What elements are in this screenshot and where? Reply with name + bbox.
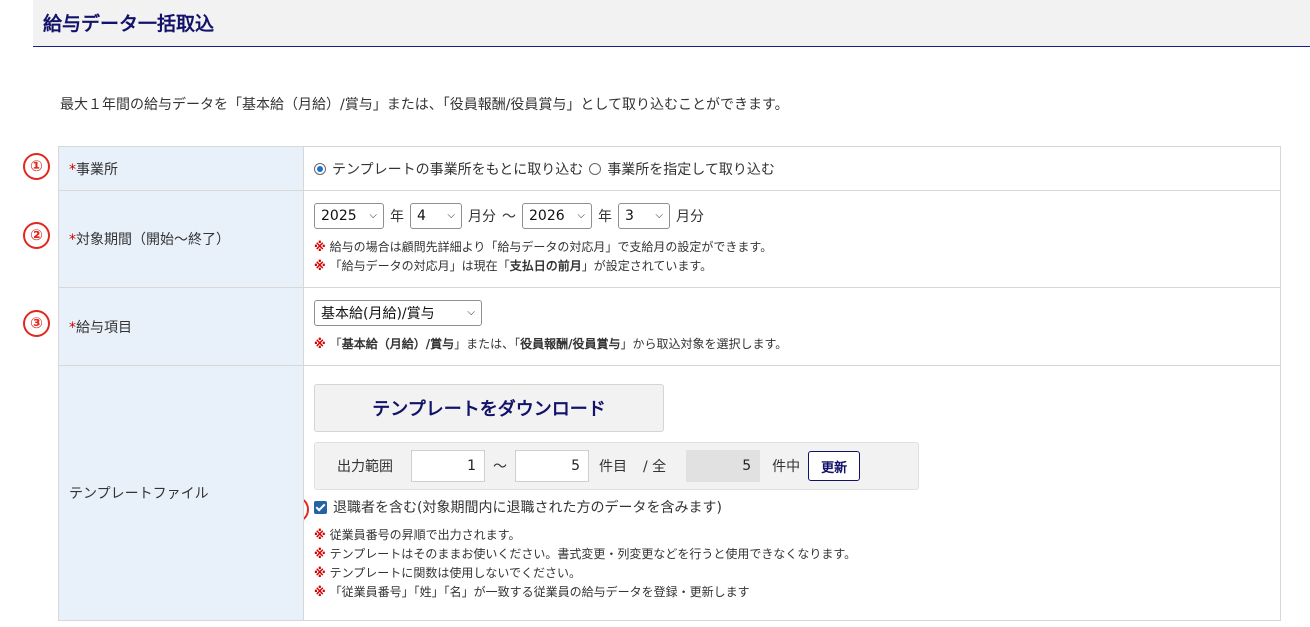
total-unit: 件中 (772, 459, 801, 475)
start-year-value: 2025 (321, 207, 357, 224)
include-retired-label[interactable]: 退職者を含む(対象期間内に退職された方のデータを含みます) (333, 497, 722, 517)
salary-item-notes: ※ 「基本給（月給）/賞与」または、「役員報酬/役員賞与」から取込対象を選択します… (314, 335, 1280, 354)
range-separator: ～ (493, 459, 507, 475)
step-marker-3: ③ (23, 310, 50, 337)
chevron-down-icon: ⌵ (467, 307, 475, 318)
template-note-2: ※ テンプレートはそのままお使いください。書式変更・列変更などを行うと使用できなく… (314, 547, 857, 561)
start-year-select[interactable]: 2025 ⌵ (314, 202, 384, 229)
note-mark: ※ (314, 585, 326, 599)
end-year-select[interactable]: 2026 ⌵ (522, 202, 592, 229)
required-mark: * (69, 232, 76, 248)
salary-item-value-cell: 基本給(月給)/賞与 ⌵ ※ 「基本給（月給）/賞与」または、「役員報酬/役員賞与」… (303, 287, 1281, 366)
period-separator: ～ (502, 208, 516, 225)
month-unit: 月分 (468, 208, 496, 225)
total-count: 5 (686, 450, 761, 482)
year-unit: 年 (390, 208, 404, 225)
note-mark: ※ (314, 566, 326, 580)
period-note-1: ※ 給与の場合は顧問先詳細より「給与データの対応月」で支給月の設定ができます。 (314, 239, 773, 254)
required-mark: * (69, 161, 76, 178)
salary-item-note: ※ 「基本給（月給）/賞与」または、「役員報酬/役員賞与」から取込対象を選択します… (314, 336, 788, 351)
row-salary-item: *給与項目 基本給(月給)/賞与 ⌵ ※ 「基本給（月給）/賞与」または、「役員報酬… (58, 287, 1281, 366)
period-note-2: ※ 「給与データの対応月」は現在「支払日の前月」が設定されています。 (314, 258, 713, 273)
radio-specify-office-label[interactable]: 事業所を指定して取り込む (607, 159, 775, 179)
intro-text: 最大１年間の給与データを「基本給（月給）/賞与」または、「役員報酬/役員賞与」と… (60, 97, 789, 113)
import-form: *事業所 テンプレートの事業所をもとに取り込む 事業所を指定して取り込む *対象… (58, 146, 1281, 621)
step-marker-1: ① (23, 153, 50, 180)
note-mark: ※ (314, 258, 326, 273)
include-retired-checkbox[interactable] (314, 500, 327, 514)
radio-template-office-label[interactable]: テンプレートの事業所をもとに取り込む (332, 159, 583, 179)
row-template-file: テンプレートファイル テンプレートをダウンロード 出力範囲 1 ～ 5 件目 /… (58, 365, 1281, 621)
template-note-4: ※ 「従業員番号」「姓」「名」が一致する従業員の給与データを登録・更新します (314, 585, 750, 599)
chevron-down-icon: ⌵ (369, 210, 377, 221)
salary-item-value: 基本給(月給)/賞与 (321, 305, 435, 322)
radio-specify-office[interactable] (589, 162, 602, 175)
chevron-down-icon: ⌵ (577, 210, 585, 221)
salary-item-label-cell: *給与項目 (58, 287, 304, 366)
start-month-value: 4 (417, 207, 426, 224)
radio-template-office[interactable] (314, 162, 326, 175)
step-marker-2: ② (23, 222, 50, 249)
note-mark: ※ (314, 528, 326, 542)
office-label: 事業所 (76, 161, 118, 178)
range-unit: 件目 (599, 459, 627, 475)
template-file-label: テンプレートファイル (69, 486, 209, 502)
office-value-cell: テンプレートの事業所をもとに取り込む 事業所を指定して取り込む (303, 146, 1281, 191)
office-label-cell: *事業所 (58, 146, 304, 191)
row-office: *事業所 テンプレートの事業所をもとに取り込む 事業所を指定して取り込む (58, 146, 1281, 191)
end-month-select[interactable]: 3 ⌵ (618, 202, 670, 229)
chevron-down-icon: ⌵ (655, 210, 663, 221)
end-month-value: 3 (625, 207, 634, 224)
output-range-box: 出力範囲 1 ～ 5 件目 / 全 5 件中 更新 (314, 442, 919, 490)
salary-item-label: 給与項目 (76, 319, 132, 336)
template-note-1: ※ 従業員番号の昇順で出力されます。 (314, 528, 521, 542)
range-from-input[interactable]: 1 (411, 450, 485, 482)
range-to-input[interactable]: 5 (515, 450, 589, 482)
page-header: 給与データ一括取込 (33, 0, 1310, 47)
period-value-cell: 2025 ⌵ 年 4 ⌵ 月分 ～ 2026 ⌵ 年 3 ⌵ 月分 ※ 給与の場合は顧問先… (303, 190, 1281, 288)
chevron-down-icon: ⌵ (447, 210, 455, 221)
required-mark: * (69, 319, 76, 336)
page-title: 給与データ一括取込 (43, 13, 215, 35)
end-year-value: 2026 (529, 207, 565, 224)
template-file-label-cell: テンプレートファイル (58, 365, 304, 621)
total-label: / 全 (643, 459, 667, 475)
template-file-value-cell: テンプレートをダウンロード 出力範囲 1 ～ 5 件目 / 全 5 件中 更新 … (303, 365, 1281, 621)
note-mark: ※ (314, 336, 326, 351)
template-notes: ※ 従業員番号の昇順で出力されます。 ※ テンプレートはそのままお使いください。書式… (314, 526, 1280, 602)
year-unit: 年 (598, 208, 612, 225)
period-label: 対象期間（開始～終了） (76, 232, 230, 248)
template-note-3: ※ テンプレートに関数は使用しないでください。 (314, 566, 581, 580)
period-label-cell: *対象期間（開始～終了） (58, 190, 304, 288)
salary-item-select[interactable]: 基本給(月給)/賞与 ⌵ (314, 299, 482, 326)
row-period: *対象期間（開始～終了） 2025 ⌵ 年 4 ⌵ 月分 ～ 2026 ⌵ 年 3 ⌵ … (58, 190, 1281, 288)
range-label: 出力範囲 (337, 459, 393, 475)
start-month-select[interactable]: 4 ⌵ (410, 202, 462, 229)
include-retired-option[interactable]: 退職者を含む(対象期間内に退職された方のデータを含みます) (314, 497, 1280, 517)
download-template-button[interactable]: テンプレートをダウンロード (314, 384, 664, 432)
note-mark: ※ (314, 239, 326, 254)
period-notes: ※ 給与の場合は顧問先詳細より「給与データの対応月」で支給月の設定ができます。 ※… (314, 238, 1280, 276)
month-unit: 月分 (676, 208, 704, 225)
note-mark: ※ (314, 547, 326, 561)
update-button[interactable]: 更新 (808, 451, 861, 481)
